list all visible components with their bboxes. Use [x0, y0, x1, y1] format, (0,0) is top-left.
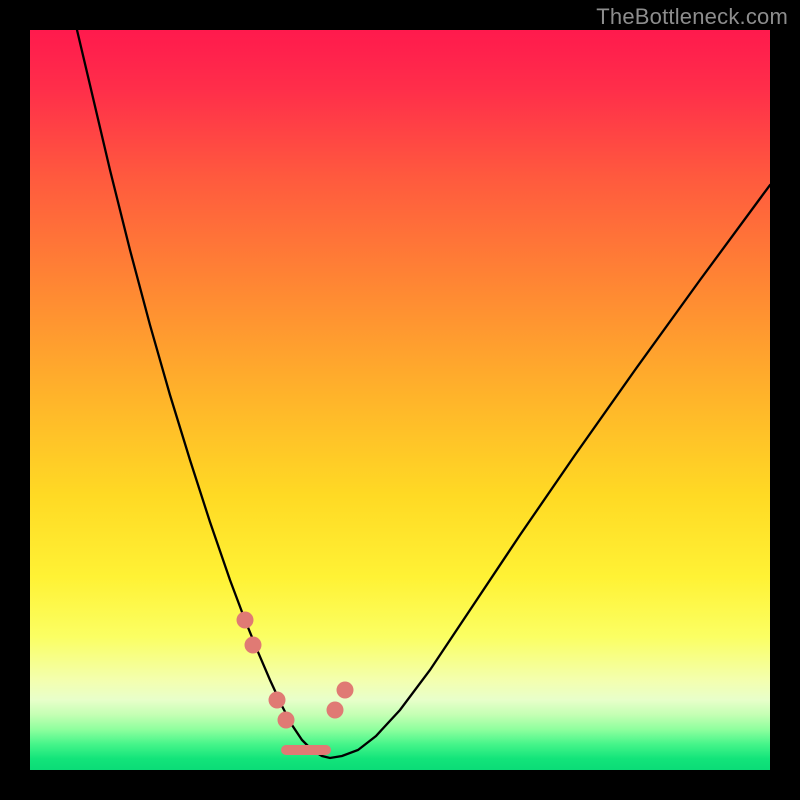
outer-frame: TheBottleneck.com — [0, 0, 800, 800]
marker-dot — [269, 692, 286, 709]
marker-dot — [327, 702, 344, 719]
bottleneck-curve — [77, 30, 770, 758]
marker-dot — [278, 712, 295, 729]
marker-dot — [337, 682, 354, 699]
marker-group — [237, 612, 354, 729]
marker-dot — [237, 612, 254, 629]
curve-layer — [30, 30, 770, 770]
watermark-text: TheBottleneck.com — [596, 4, 788, 30]
marker-dot — [245, 637, 262, 654]
plot-area — [30, 30, 770, 770]
